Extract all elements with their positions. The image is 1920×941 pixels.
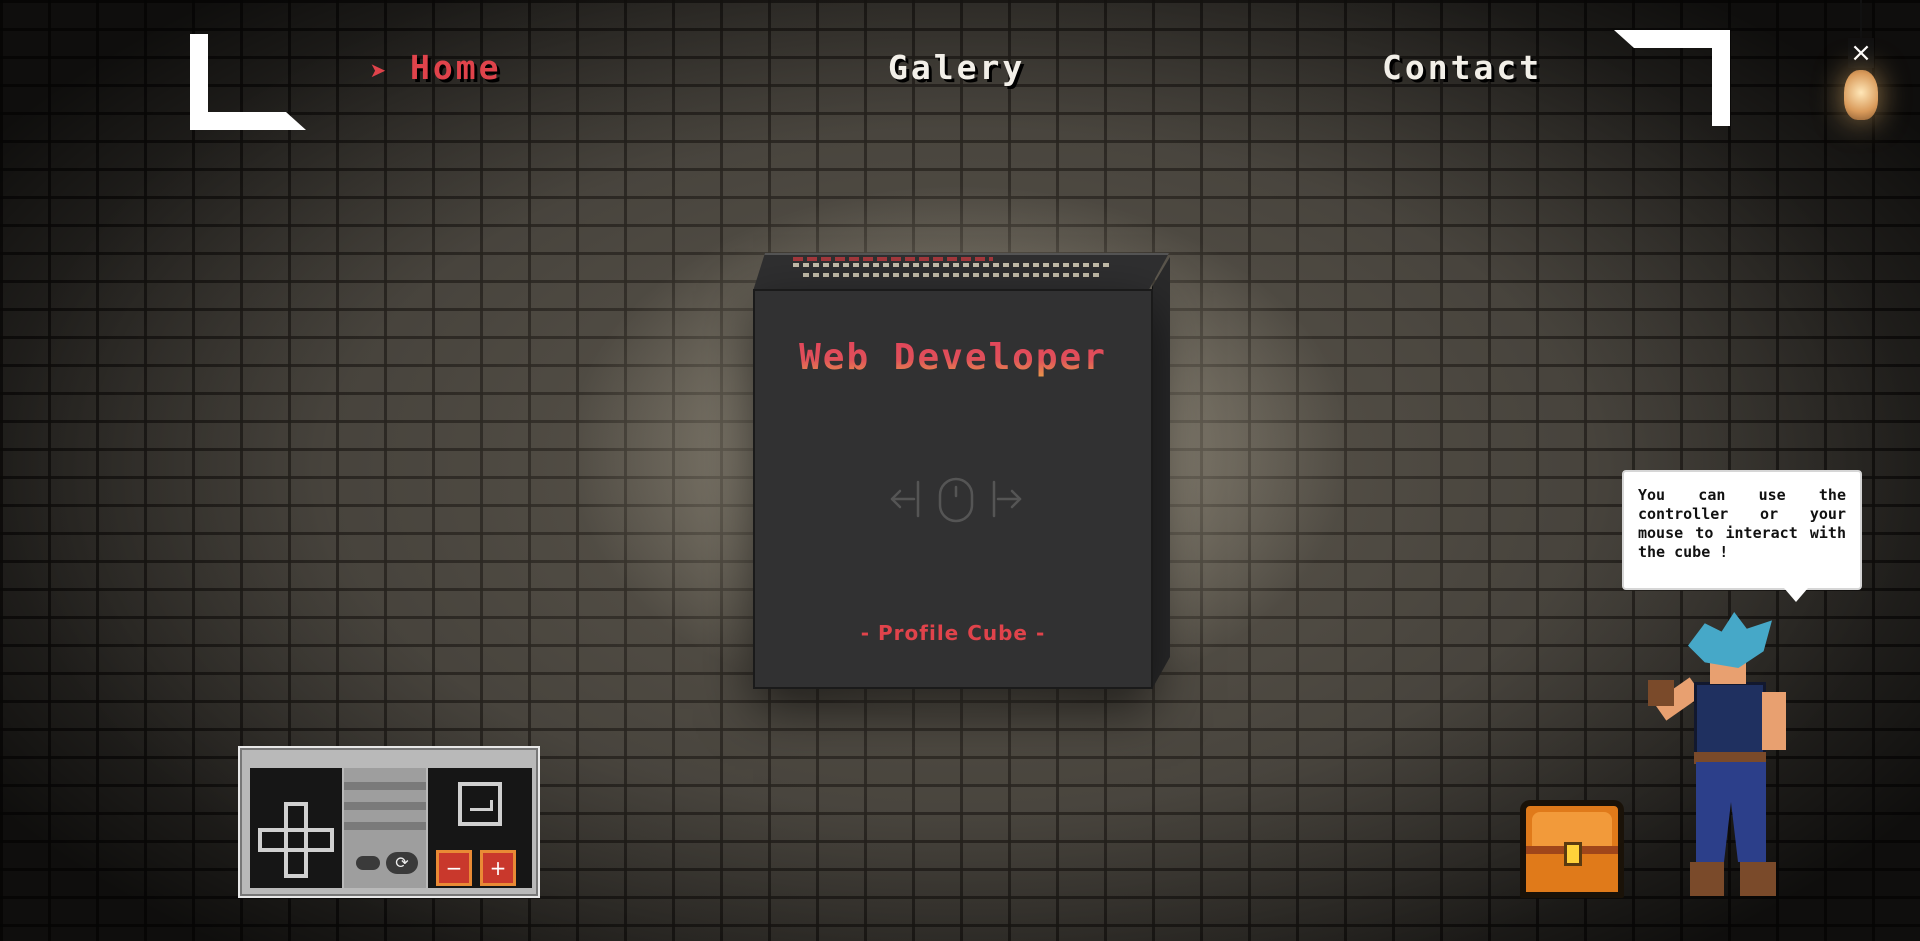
- close-icon[interactable]: ×: [1848, 38, 1874, 68]
- controller-right-panel: − +: [428, 768, 532, 888]
- nav-frame-corner-right: [1614, 30, 1730, 126]
- hero-character[interactable]: [1648, 612, 1816, 902]
- controller-left-panel: [250, 768, 342, 888]
- dpad-icon[interactable]: [258, 802, 334, 878]
- action-icon[interactable]: [458, 782, 502, 826]
- rotate-icon[interactable]: ⟳: [386, 852, 418, 874]
- lightbulb-wire: [1860, 0, 1862, 42]
- game-controller: ⟳ − +: [238, 746, 540, 898]
- zoom-out-icon[interactable]: −: [436, 850, 472, 886]
- select-button[interactable]: [356, 856, 380, 870]
- nav-frame-corner-left: [190, 34, 306, 130]
- cube-top-face[interactable]: [753, 253, 1169, 291]
- zoom-in-icon[interactable]: +: [480, 850, 516, 886]
- cube-side-face[interactable]: [1152, 257, 1170, 689]
- nav-galery-link[interactable]: Galery: [888, 48, 1025, 87]
- controller-middle-panel: ⟳: [344, 768, 426, 888]
- cube-title: Web Developer: [755, 337, 1151, 378]
- speech-bubble: You can use the controller or your mouse…: [1622, 470, 1862, 602]
- nav-active-arrow-icon: ➤: [370, 55, 387, 88]
- profile-cube[interactable]: Web Developer - Profile Cube -: [753, 289, 1153, 689]
- nav-home-link[interactable]: Home: [410, 48, 501, 87]
- treasure-chest-icon[interactable]: [1520, 800, 1624, 898]
- lightbulb-icon[interactable]: [1844, 70, 1878, 120]
- cube-top-text-decoration: [793, 257, 993, 261]
- cube-top-text-decoration: [793, 263, 1113, 267]
- cube-subtitle: - Profile Cube -: [860, 621, 1046, 645]
- mouse-drag-hint-icon: [890, 477, 1022, 523]
- cube-top-text-decoration: [803, 273, 1103, 277]
- nav-contact-link[interactable]: Contact: [1382, 48, 1542, 87]
